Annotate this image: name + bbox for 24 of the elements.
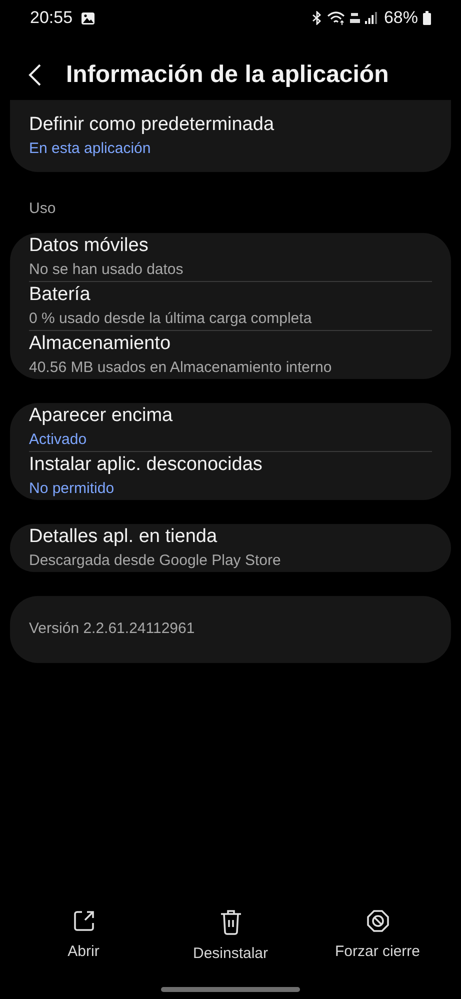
battery-percent: 68%: [384, 7, 418, 30]
stop-icon: [366, 908, 390, 932]
settings-item[interactable]: Definir como predeterminada En esta aplicación: [29, 112, 432, 160]
settings-item[interactable]: Aparecer encima Activado: [29, 402, 432, 450]
settings-item[interactable]: Instalar aplic. desconocidas No permitido: [29, 450, 432, 500]
status-time: 20:55: [30, 7, 73, 30]
battery-icon: [423, 11, 431, 25]
action-button[interactable]: Forzar cierre: [304, 904, 451, 969]
settings-item[interactable]: Detalles apl. en tienda Descargada desde Google Play Store: [29, 524, 432, 572]
settings-item[interactable]: Almacenamiento 40.56 MB usados en Almacenamiento interno: [29, 330, 432, 378]
section-label: Uso: [28, 199, 57, 219]
open-external-icon: [72, 908, 96, 932]
gallery-icon: [80, 12, 95, 24]
signal-icon: [364, 12, 377, 24]
bluetooth-icon: [312, 11, 322, 25]
action-button[interactable]: Desinstalar: [157, 904, 304, 969]
settings-item[interactable]: Datos móviles No se han usado datos: [29, 232, 432, 280]
wifi-icon: [326, 11, 345, 25]
back-icon[interactable]: [28, 63, 42, 87]
trash-icon: [220, 908, 242, 934]
settings-item[interactable]: Batería 0 % usado desde la última carga completa: [29, 280, 432, 330]
page-title: Información de la aplicación: [66, 60, 389, 90]
version-text: Versión 2.2.61.24112961: [29, 618, 195, 639]
action-button[interactable]: Abrir: [10, 904, 157, 969]
